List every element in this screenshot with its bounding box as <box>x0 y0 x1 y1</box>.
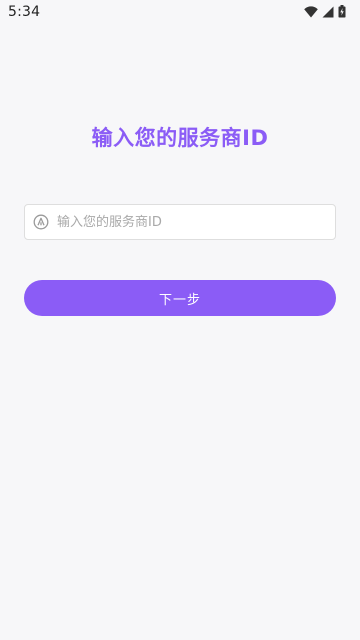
signal-icon <box>322 6 334 18</box>
wifi-icon <box>304 5 318 18</box>
battery-icon <box>338 5 346 18</box>
status-time: 5:34 <box>8 4 41 20</box>
letter-a-circle-icon <box>33 214 49 230</box>
status-bar: 5:34 <box>0 0 360 24</box>
provider-id-field[interactable] <box>24 204 336 240</box>
status-icons <box>304 5 346 18</box>
next-button[interactable]: 下一步 <box>24 280 336 316</box>
page-title: 输入您的服务商ID <box>91 126 269 150</box>
provider-id-input[interactable] <box>57 205 335 239</box>
